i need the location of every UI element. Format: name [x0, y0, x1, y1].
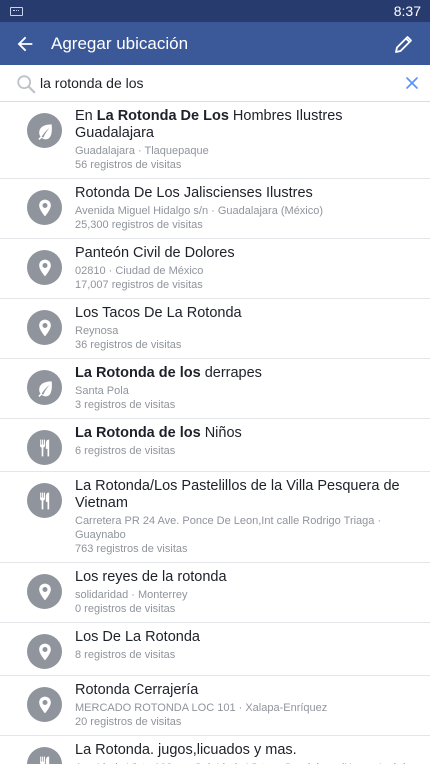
result-name-part: Los De La Rotonda [75, 629, 200, 645]
result-visits: 3 registros de visitas [75, 399, 176, 411]
fork-knife-icon [27, 483, 62, 518]
result-text: Los Tacos De La Rotonda Reynosa 36 registr… [75, 305, 416, 352]
result-item[interactable]: La Rotonda de los derrapes Santa Pola 3 re… [0, 359, 430, 419]
result-name-match: La Rotonda de los [75, 365, 201, 381]
result-visits: 6 registros de visitas [75, 445, 176, 457]
location-pin-icon [27, 310, 62, 345]
status-time: 8:37 [393, 3, 421, 19]
result-item[interactable]: Rotonda Cerrajería MERCADO ROTONDA LOC 10… [0, 676, 430, 736]
result-location: 02810 · Ciudad de México [75, 265, 204, 277]
result-location: Guadalajara · Tlaquepaque [75, 145, 209, 157]
close-icon[interactable] [404, 75, 420, 91]
result-name: La Rotonda/Los Pastelillos de la Villa P… [75, 478, 416, 512]
result-name-part: derrapes [200, 365, 262, 381]
result-name-match: La Rotonda De Los [96, 108, 229, 124]
result-text: Los De La Rotonda 8 registros de visitas [75, 629, 416, 669]
result-text: En La Rotonda De Los Hombres Ilustres Gu… [75, 108, 416, 172]
search-input[interactable] [40, 72, 380, 94]
result-name-part: La Rotonda. jugos,licuados y mas. [75, 742, 297, 758]
fork-knife-icon [27, 430, 62, 465]
result-visits: 56 registros de visitas [75, 159, 182, 171]
result-visits: 0 registros de visitas [75, 603, 176, 615]
result-text: La Rotonda/Los Pastelillos de la Villa P… [75, 478, 416, 556]
result-name: La Rotonda. jugos,licuados y mas. [75, 742, 416, 759]
result-item[interactable]: Los reyes de la rotonda solidaridad · Mon… [0, 563, 430, 623]
result-location: Avenida Miguel Hidalgo s/n · Guadalajara… [75, 205, 324, 217]
result-text: La Rotonda. jugos,licuados y mas.Ave Lin… [75, 742, 416, 764]
result-name: La Rotonda de los Niños [75, 425, 416, 442]
result-item[interactable]: La Rotonda/Los Pastelillos de la Villa P… [0, 472, 430, 563]
result-text: Rotonda Cerrajería MERCADO ROTONDA LOC 10… [75, 682, 416, 729]
leaf-icon [27, 370, 62, 405]
result-visits: 763 registros de visitas [75, 543, 188, 555]
result-name-part: Rotonda Cerrajería [75, 682, 199, 698]
location-pin-icon [27, 687, 62, 722]
result-text: La Rotonda de los Niños 6 registros de vi… [75, 425, 416, 465]
result-location: MERCADO ROTONDA LOC 101 · Xalapa-Enríque… [75, 702, 328, 714]
result-location: Reynosa [75, 325, 119, 337]
result-name-part: Panteón Civil de Dolores [75, 245, 235, 261]
result-name: Rotonda Cerrajería [75, 682, 416, 699]
fork-knife-icon [27, 747, 62, 764]
result-name-part: La Rotonda/Los Pastelillos de la Villa P… [75, 478, 400, 511]
pencil-icon[interactable] [392, 32, 416, 56]
keyboard-icon [10, 7, 23, 16]
result-item[interactable]: Los Tacos De La Rotonda Reynosa 36 registr… [0, 299, 430, 359]
page-title: Agregar ubicación [51, 34, 189, 53]
result-item[interactable]: Rotonda De Los Jaliscienses Ilustres Aven… [0, 179, 430, 239]
result-location: solidaridad · Monterrey [75, 589, 188, 601]
result-name-part: Los reyes de la rotonda [75, 569, 227, 585]
back-arrow-icon[interactable] [14, 33, 36, 55]
result-name: Los De La Rotonda [75, 629, 416, 646]
result-name-match: La Rotonda de los [75, 425, 201, 441]
result-visits: 8 registros de visitas [75, 649, 176, 661]
result-name: La Rotonda de los derrapes [75, 365, 416, 382]
result-visits: 25,300 registros de visitas [75, 219, 203, 231]
result-item[interactable]: Los De La Rotonda 8 registros de visitas [0, 623, 430, 676]
location-pin-icon [27, 250, 62, 285]
results-list: En La Rotonda De Los Hombres Ilustres Gu… [0, 102, 430, 764]
result-name: Los reyes de la rotonda [75, 569, 416, 586]
result-visits: 20 registros de visitas [75, 716, 182, 728]
location-pin-icon [27, 634, 62, 669]
result-text: La Rotonda de los derrapes Santa Pola 3 re… [75, 365, 416, 412]
result-name-part: Rotonda De Los Jaliscienses Ilustres [75, 185, 313, 201]
result-text: Los reyes de la rotonda solidaridad · Mon… [75, 569, 416, 616]
result-name-part: Niños [200, 425, 242, 441]
result-name: Panteón Civil de Dolores [75, 245, 416, 262]
result-location: Santa Pola [75, 385, 129, 397]
result-text: Rotonda De Los Jaliscienses Ilustres Aven… [75, 185, 416, 232]
leaf-icon [27, 113, 62, 148]
result-name-part: En [75, 108, 97, 124]
search-icon [17, 75, 36, 94]
result-item[interactable]: La Rotonda de los Niños 6 registros de vi… [0, 419, 430, 472]
result-name: En La Rotonda De Los Hombres Ilustres Gu… [75, 108, 416, 142]
location-pin-icon [27, 574, 62, 609]
result-name: Rotonda De Los Jaliscienses Ilustres [75, 185, 416, 202]
result-item[interactable]: Panteón Civil de Dolores 02810 · Ciudad d… [0, 239, 430, 299]
result-item[interactable]: En La Rotonda De Los Hombres Ilustres Gu… [0, 102, 430, 179]
result-location: Carretera PR 24 Ave. Ponce De Leon,Int c… [75, 515, 382, 541]
search-bar [0, 65, 430, 102]
result-text: Panteón Civil de Dolores 02810 · Ciudad d… [75, 245, 416, 292]
location-pin-icon [27, 190, 62, 225]
result-name-part: Los Tacos De La Rotonda [75, 305, 242, 321]
status-bar: 8:37 [0, 0, 430, 22]
result-item[interactable]: La Rotonda. jugos,licuados y mas.Ave Lin… [0, 736, 430, 764]
result-name: Los Tacos De La Rotonda [75, 305, 416, 322]
result-visits: 36 registros de visitas [75, 339, 182, 351]
result-visits: 17,007 registros de visitas [75, 279, 203, 291]
app-bar: Agregar ubicación [0, 22, 430, 65]
